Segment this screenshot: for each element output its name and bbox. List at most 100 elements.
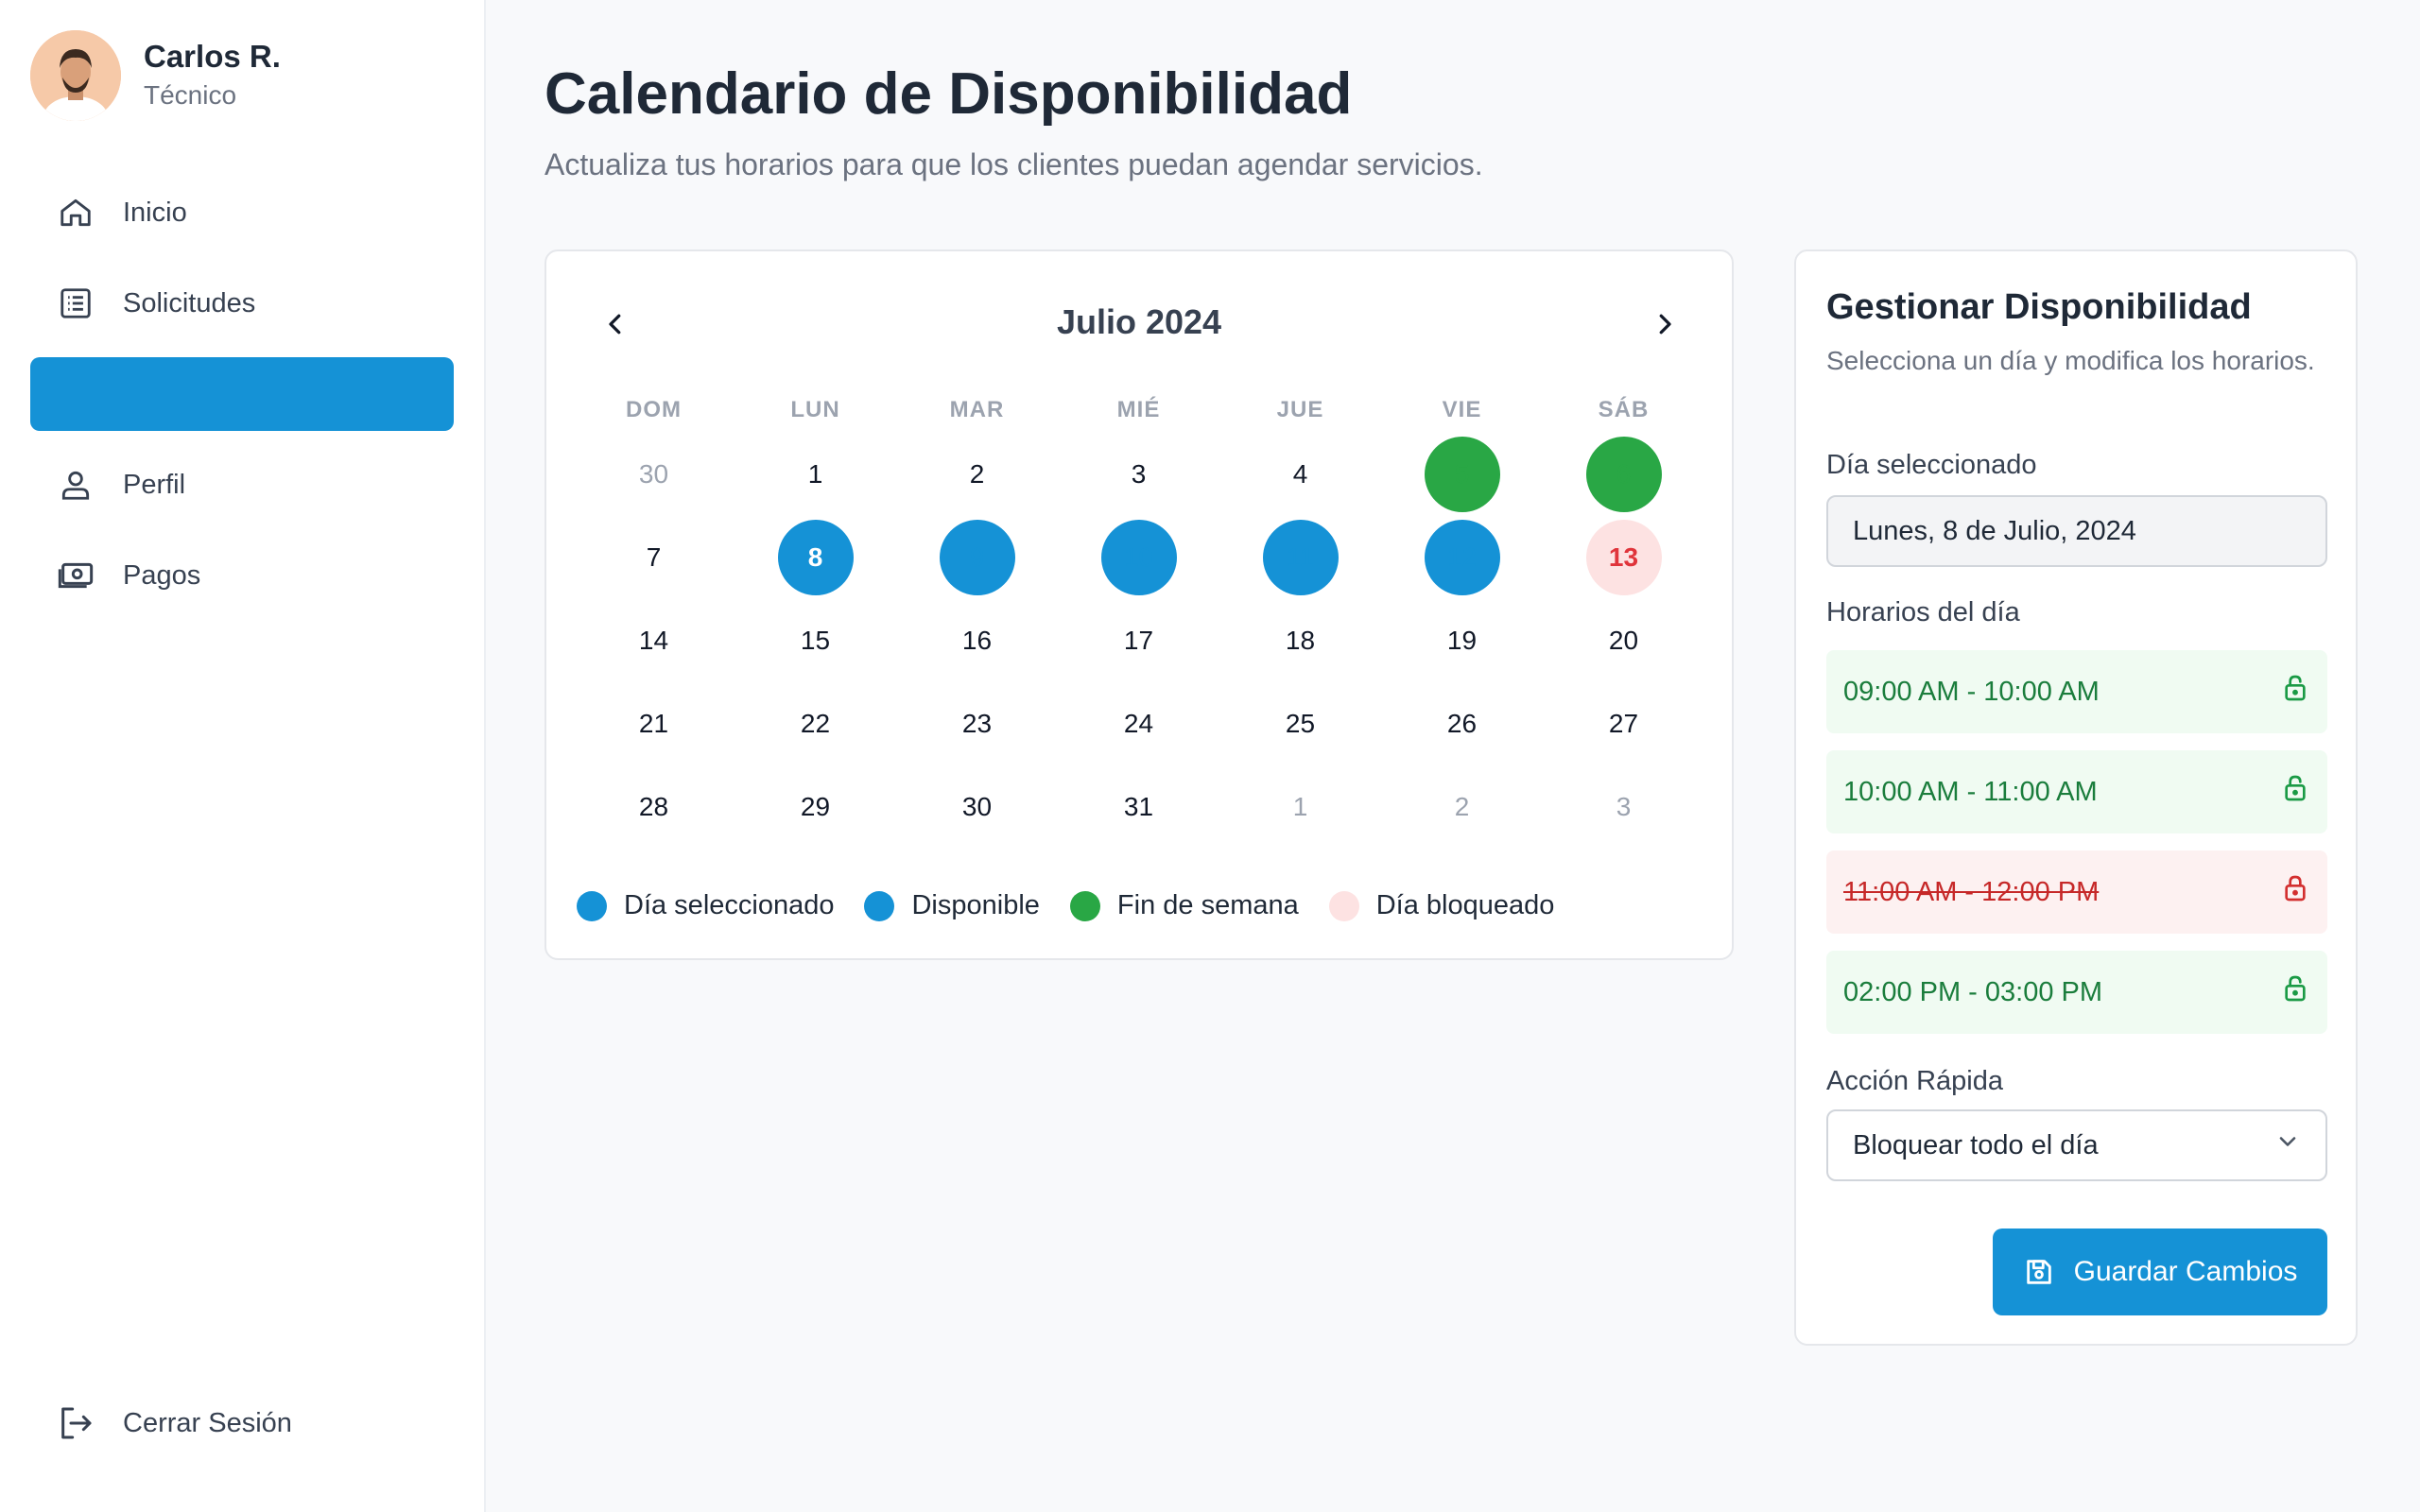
calendar-day[interactable]: 23 [940, 686, 1015, 762]
chevron-down-icon [2274, 1128, 2301, 1162]
list-icon [57, 284, 95, 322]
calendar-day[interactable]: 26 [1425, 686, 1500, 762]
calendar-day[interactable]: 15 [778, 603, 854, 679]
legend-dot [1069, 890, 1100, 921]
calendar-day[interactable]: 27 [1586, 686, 1662, 762]
calendar-day[interactable]: 7 [616, 520, 692, 595]
calendar-day-muted[interactable]: 3 [1586, 769, 1662, 845]
calendar-day-muted[interactable]: 2 [1425, 769, 1500, 845]
unlock-icon[interactable] [2280, 973, 2310, 1011]
calendar-day-available[interactable]: 12 [1424, 520, 1500, 595]
calendar-day-muted[interactable]: 1 [1263, 769, 1339, 845]
calendar-day-blocked[interactable]: 13 [1585, 520, 1662, 595]
legend-dot [1328, 890, 1359, 921]
sidebar-item-active[interactable] [30, 357, 454, 431]
calendar-card: Julio 2024 DOM LUN MAR MIÉ JUE VIE SÁB 30 1 2 3 4 5… [544, 249, 1734, 960]
calendar-day-weekend[interactable]: 5 [1424, 437, 1500, 512]
logout-icon [57, 1404, 95, 1442]
user-name: Carlos R. [144, 39, 281, 74]
calendar-day[interactable]: 17 [1101, 603, 1177, 679]
weekday-header: DOM [626, 397, 682, 422]
quick-action-label: Acción Rápida [1826, 1066, 2003, 1096]
quick-action-select[interactable]: Bloquear todo el día [1826, 1109, 2327, 1181]
unlock-icon[interactable] [2280, 673, 2310, 711]
calendar-day-muted[interactable]: 30 [616, 437, 692, 512]
legend-item-available: Disponible [864, 890, 1040, 921]
calendar-day-selected[interactable]: 8 [777, 520, 854, 595]
save-button-label: Guardar Cambios [2073, 1256, 2298, 1287]
time-slot-blocked[interactable]: 11:00 AM - 12:00 PM [1826, 850, 2327, 934]
time-slot-label: 10:00 AM - 11:00 AM [1843, 776, 2098, 807]
calendar-day[interactable]: 29 [778, 769, 854, 845]
weekday-header: SÁB [1598, 397, 1650, 422]
calendar-legend: Día seleccionado Disponible Fin de seman… [577, 890, 1584, 921]
weekday-header: JUE [1276, 397, 1324, 422]
legend-label: Fin de semana [1116, 890, 1299, 920]
next-month-button[interactable] [1641, 302, 1688, 350]
calendar-day[interactable]: 2 [940, 437, 1015, 512]
time-slot[interactable]: 10:00 AM - 11:00 AM [1826, 750, 2327, 833]
time-slot[interactable]: 02:00 PM - 03:00 PM [1826, 951, 2327, 1034]
calendar-day-available[interactable]: 10 [1100, 520, 1177, 595]
calendar-day[interactable]: 30 [940, 769, 1015, 845]
panel-title: Gestionar Disponibilidad [1826, 287, 2252, 327]
user-icon [57, 466, 95, 504]
calendar-day[interactable]: 25 [1263, 686, 1339, 762]
home-icon [57, 194, 95, 232]
calendar-day[interactable]: 24 [1101, 686, 1177, 762]
calendar-day[interactable]: 1 [778, 437, 854, 512]
chevron-right-icon [1651, 310, 1679, 343]
legend-label: Disponible [911, 890, 1040, 920]
profile: Carlos R. Técnico [30, 30, 281, 121]
page-title: Calendario de Disponibilidad [544, 61, 1353, 127]
legend-label: Día bloqueado [1375, 890, 1555, 920]
weekday-header: LUN [790, 397, 840, 422]
time-slot[interactable]: 09:00 AM - 10:00 AM [1826, 650, 2327, 733]
avatar [30, 30, 121, 121]
calendar-day[interactable]: 20 [1586, 603, 1662, 679]
calendar-day[interactable]: 4 [1263, 437, 1339, 512]
panel-subtitle: Selecciona un día y modifica los horario… [1826, 346, 2315, 375]
legend-item-weekend: Fin de semana [1069, 890, 1299, 921]
time-slot-label: 11:00 AM - 12:00 PM [1843, 876, 2100, 907]
quick-action-value: Bloquear todo el día [1853, 1129, 2099, 1160]
weekday-header: VIE [1442, 397, 1482, 422]
unlock-icon[interactable] [2280, 773, 2310, 811]
sidebar-item-label: Pagos [123, 559, 201, 591]
calendar-day[interactable]: 14 [616, 603, 692, 679]
legend-dot [577, 890, 607, 921]
calendar-day[interactable]: 31 [1101, 769, 1177, 845]
calendar-day-available[interactable]: 11 [1262, 520, 1339, 595]
user-role: Técnico [144, 80, 237, 110]
calendar-day[interactable]: 28 [616, 769, 692, 845]
slots-label: Horarios del día [1826, 597, 2020, 627]
money-icon [57, 557, 95, 594]
calendar-day[interactable]: 18 [1263, 603, 1339, 679]
calendar-day-available[interactable]: 9 [939, 520, 1015, 595]
calendar-day[interactable]: 16 [940, 603, 1015, 679]
legend-item-blocked: Día bloqueado [1328, 890, 1555, 921]
availability-panel: Gestionar Disponibilidad Selecciona un d… [1794, 249, 2358, 1346]
sidebar-item-perfil[interactable]: Perfil [30, 448, 454, 522]
calendar-day[interactable]: 22 [778, 686, 854, 762]
time-slot-label: 02:00 PM - 03:00 PM [1843, 976, 2103, 1007]
sidebar-item-label: Inicio [123, 197, 187, 228]
lock-icon[interactable] [2280, 873, 2310, 911]
legend-item-selected: Día seleccionado [577, 890, 834, 921]
calendar-day[interactable]: 3 [1101, 437, 1177, 512]
save-changes-button[interactable]: Guardar Cambios [1993, 1228, 2327, 1315]
calendar-day-weekend[interactable]: 6 [1585, 437, 1662, 512]
selected-day-field[interactable]: Lunes, 8 de Julio, 2024 [1826, 495, 2327, 567]
calendar-day[interactable]: 19 [1425, 603, 1500, 679]
sidebar-item-inicio[interactable]: Inicio [30, 176, 454, 249]
logout-button[interactable]: Cerrar Sesión [57, 1404, 292, 1442]
legend-label: Día seleccionado [624, 890, 835, 920]
sidebar-item-solicitudes[interactable]: Solicitudes [30, 266, 454, 340]
calendar-day[interactable]: 21 [616, 686, 692, 762]
logout-label: Cerrar Sesión [123, 1407, 292, 1438]
time-slot-label: 09:00 AM - 10:00 AM [1843, 676, 2100, 707]
weekday-header: MIÉ [1116, 397, 1161, 422]
page-subtitle: Actualiza tus horarios para que los clie… [544, 147, 1483, 181]
sidebar-item-label: Perfil [123, 469, 186, 500]
sidebar-item-pagos[interactable]: Pagos [30, 539, 454, 612]
